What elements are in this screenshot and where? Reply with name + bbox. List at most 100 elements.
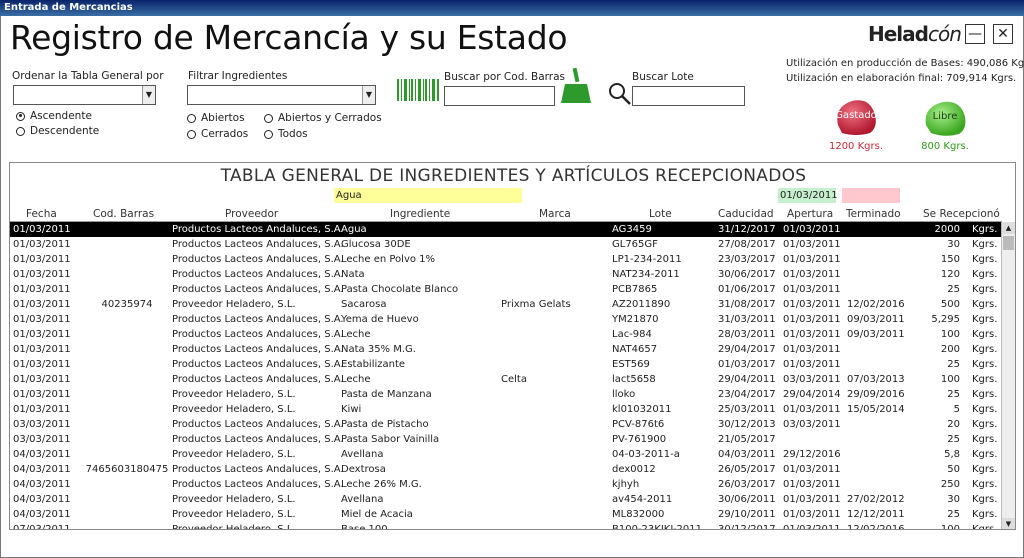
sort-ascending-radio[interactable]: Ascendente bbox=[16, 110, 92, 122]
cell-fecha: 03/03/2011 bbox=[13, 419, 71, 430]
vertical-scrollbar[interactable]: ▲ ▼ bbox=[1001, 222, 1015, 529]
cell-proveedor: Proveedor Heladero, S.L. bbox=[172, 449, 296, 460]
ascending-label: Ascendente bbox=[30, 110, 92, 122]
cell-fecha: 01/03/2011 bbox=[13, 224, 71, 235]
cell-unidad: Kgrs. bbox=[972, 359, 998, 370]
cell-lote: PCV-876t6 bbox=[612, 419, 665, 430]
ingredients-table: TABLA GENERAL DE INGREDIENTES Y ARTÍCULO… bbox=[9, 162, 1016, 530]
sort-descending-radio[interactable]: Descendente bbox=[16, 125, 99, 137]
filter-open-radio[interactable]: Abiertos bbox=[187, 112, 245, 124]
cell-cantidad: 25 bbox=[947, 359, 960, 370]
cell-lote: PCB7865 bbox=[612, 284, 658, 295]
order-label: Ordenar la Tabla General por bbox=[12, 70, 164, 82]
cell-unidad: Kgrs. bbox=[972, 239, 998, 250]
date-filter-cell[interactable]: 01/03/2011 bbox=[778, 188, 838, 203]
cell-cantidad: 25 bbox=[947, 434, 960, 445]
filter-open-closed-radio[interactable]: Abiertos y Cerrados bbox=[264, 112, 382, 124]
filter-all-radio[interactable]: Todos bbox=[264, 128, 308, 140]
col-ingrediente[interactable]: Ingrediente bbox=[390, 208, 450, 220]
cell-lote: GL765GF bbox=[612, 239, 658, 250]
col-lote[interactable]: Lote bbox=[649, 208, 672, 220]
logo-main-text: Helad bbox=[868, 22, 929, 46]
col-cod-barras[interactable]: Cod. Barras bbox=[93, 208, 154, 220]
cell-terminado: 09/03/2011 bbox=[847, 314, 905, 325]
filter-select[interactable]: ▼ bbox=[187, 85, 376, 105]
cell-cantidad: 50 bbox=[947, 464, 960, 475]
cell-cantidad: 100 bbox=[940, 524, 960, 530]
cell-lote: lloko bbox=[612, 389, 636, 400]
cell-apertura: 01/03/2011 bbox=[783, 494, 841, 505]
col-caducidad[interactable]: Caducidad bbox=[718, 208, 774, 220]
table-row[interactable]: 07/03/2011 Proveedor Heladero, S.L. Base 1… bbox=[10, 522, 1002, 530]
col-apertura[interactable]: Apertura bbox=[787, 208, 833, 220]
cell-caducidad: 30/12/2017 bbox=[718, 524, 776, 530]
cell-unidad: Kgrs. bbox=[972, 479, 998, 490]
barcode-search-input[interactable] bbox=[444, 86, 555, 106]
cell-cantidad: 20 bbox=[947, 419, 960, 430]
cell-apertura: 01/03/2011 bbox=[783, 509, 841, 520]
table-row[interactable]: 01/03/2011 40235974 Proveedor Heladero, S.… bbox=[10, 297, 1002, 312]
cell-apertura: 01/03/2011 bbox=[783, 254, 841, 265]
scroll-up-icon[interactable]: ▲ bbox=[1002, 222, 1015, 234]
table-row[interactable]: 01/03/2011 Productos Lacteos Andaluces, S… bbox=[10, 222, 1002, 237]
table-row[interactable]: 01/03/2011 Productos Lacteos Andaluces, S… bbox=[10, 312, 1002, 327]
cell-apertura: 01/03/2011 bbox=[783, 284, 841, 295]
table-row[interactable]: 01/03/2011 Proveedor Heladero, S.L. Kiwi kl… bbox=[10, 402, 1002, 417]
col-proveedor[interactable]: Proveedor bbox=[225, 208, 278, 220]
finished-filter-cell[interactable] bbox=[842, 188, 900, 203]
cell-lote: NAT234-2011 bbox=[612, 269, 680, 280]
cell-fecha: 01/03/2011 bbox=[13, 284, 71, 295]
col-marca[interactable]: Marca bbox=[539, 208, 571, 220]
close-button[interactable]: ✕ bbox=[993, 24, 1013, 44]
table-row[interactable]: 01/03/2011 Productos Lacteos Andaluces, S… bbox=[10, 282, 1002, 297]
cell-ingrediente: Kiwi bbox=[341, 404, 362, 415]
table-row[interactable]: 03/03/2011 Productos Lacteos Andaluces, S… bbox=[10, 417, 1002, 432]
table-row[interactable]: 01/03/2011 Productos Lacteos Andaluces, S… bbox=[10, 342, 1002, 357]
broom-clear-icon[interactable] bbox=[559, 67, 593, 105]
table-row[interactable]: 04/03/2011 Proveedor Heladero, S.L. Miel d… bbox=[10, 507, 1002, 522]
cell-lote: LP1-234-2011 bbox=[612, 254, 682, 265]
cell-lote: EST569 bbox=[612, 359, 650, 370]
cell-terminado: 12/02/2016 bbox=[847, 299, 905, 310]
cell-proveedor: Productos Lacteos Andaluces, S.A. bbox=[172, 419, 344, 430]
table-row[interactable]: 04/03/2011 Proveedor Heladero, S.L. Avella… bbox=[10, 492, 1002, 507]
col-terminado[interactable]: Terminado bbox=[846, 208, 901, 220]
ingredient-filter-cell[interactable]: Agua bbox=[334, 188, 522, 203]
table-row[interactable]: 04/03/2011 7465603180475 Productos Lacteos… bbox=[10, 462, 1002, 477]
col-fecha[interactable]: Fecha bbox=[26, 208, 57, 220]
cell-caducidad: 21/05/2017 bbox=[718, 434, 776, 445]
chevron-down-icon[interactable]: ▼ bbox=[362, 86, 375, 104]
col-se-recepciono[interactable]: Se Recepcionó bbox=[923, 208, 1000, 220]
filter-closed-radio[interactable]: Cerrados bbox=[187, 128, 248, 140]
lot-search-input[interactable] bbox=[632, 86, 745, 106]
cell-apertura: 01/03/2011 bbox=[783, 524, 841, 530]
table-row[interactable]: 04/03/2011 Productos Lacteos Andaluces, S… bbox=[10, 477, 1002, 492]
cell-ingrediente: Avellana bbox=[341, 449, 384, 460]
cell-apertura: 29/04/2014 bbox=[783, 389, 841, 400]
table-row[interactable]: 01/03/2011 Proveedor Heladero, S.L. Pasta … bbox=[10, 387, 1002, 402]
table-row[interactable]: 01/03/2011 Productos Lacteos Andaluces, S… bbox=[10, 237, 1002, 252]
table-row[interactable]: 01/03/2011 Productos Lacteos Andaluces, S… bbox=[10, 357, 1002, 372]
minimize-button[interactable]: — bbox=[965, 24, 985, 44]
order-select[interactable]: ▼ bbox=[13, 85, 156, 105]
cell-caducidad: 28/03/2011 bbox=[718, 329, 776, 340]
table-row[interactable]: 01/03/2011 Productos Lacteos Andaluces, S… bbox=[10, 252, 1002, 267]
chevron-down-icon[interactable]: ▼ bbox=[142, 86, 155, 104]
table-row[interactable]: 03/03/2011 Productos Lacteos Andaluces, S… bbox=[10, 432, 1002, 447]
cell-proveedor: Proveedor Heladero, S.L. bbox=[172, 524, 296, 530]
table-row[interactable]: 01/03/2011 Productos Lacteos Andaluces, S… bbox=[10, 372, 1002, 387]
cell-fecha: 01/03/2011 bbox=[13, 344, 71, 355]
spent-label: Gastado bbox=[835, 110, 877, 121]
table-row[interactable]: 04/03/2011 Proveedor Heladero, S.L. Avella… bbox=[10, 447, 1002, 462]
cell-terminado: 12/12/2011 bbox=[847, 509, 905, 520]
filter-label: Filtrar Ingredientes bbox=[188, 70, 288, 82]
scroll-thumb[interactable] bbox=[1003, 236, 1014, 250]
cell-proveedor: Productos Lacteos Andaluces, S.A. bbox=[172, 254, 344, 265]
cell-lote: 04-03-2011-a bbox=[612, 449, 680, 460]
cell-ingrediente: Dextrosa bbox=[341, 464, 386, 475]
scroll-down-icon[interactable]: ▼ bbox=[1002, 518, 1015, 529]
table-row[interactable]: 01/03/2011 Productos Lacteos Andaluces, S… bbox=[10, 267, 1002, 282]
cell-fecha: 01/03/2011 bbox=[13, 359, 71, 370]
logo-accent-text: cón bbox=[927, 22, 962, 46]
table-row[interactable]: 01/03/2011 Productos Lacteos Andaluces, S… bbox=[10, 327, 1002, 342]
